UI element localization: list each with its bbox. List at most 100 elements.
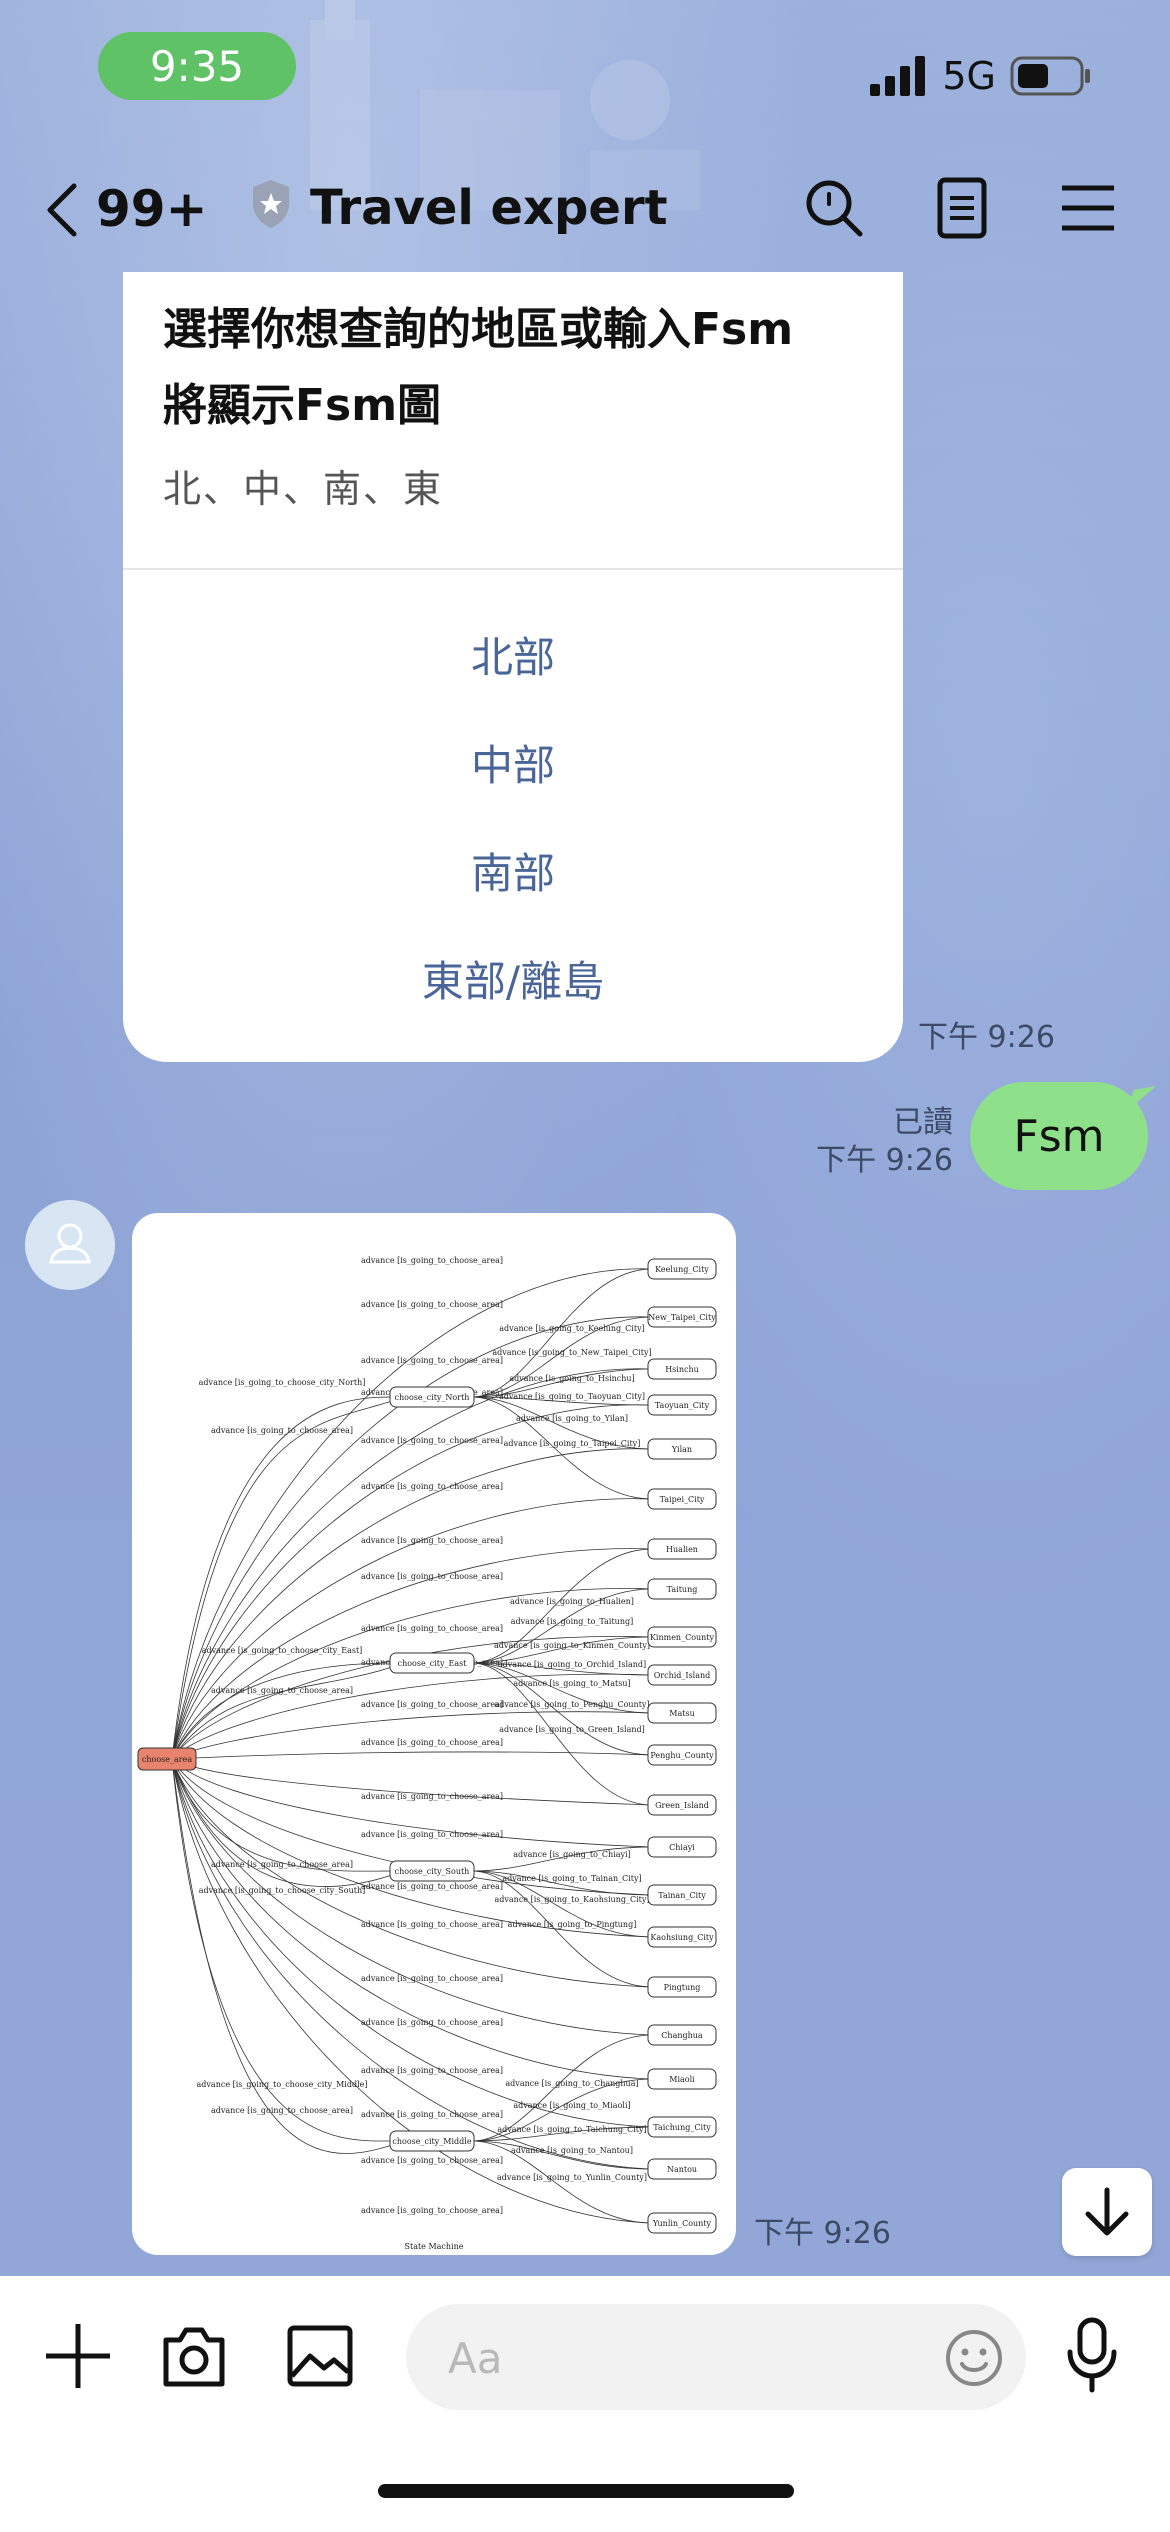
fsm-edge-label: advance [is_going_to_Hsinchu] bbox=[509, 1374, 634, 1383]
fsm-edge-label: advance [is_going_to_Taipei_City] bbox=[504, 1439, 641, 1448]
sent-timestamp: 下午 9:26 bbox=[816, 1143, 953, 1178]
fsm-edge bbox=[171, 1758, 653, 2080]
fsm-edge-label: advance [is_going_to_choose_area] bbox=[361, 1830, 503, 1839]
card-timestamp: 下午 9:26 bbox=[918, 1020, 1055, 1055]
fsm-diagram-image[interactable]: advance [is_going_to_choose_area] advance… bbox=[132, 1213, 736, 2255]
battery-icon bbox=[1010, 56, 1090, 96]
sent-message-bubble[interactable]: Fsm bbox=[970, 1082, 1148, 1190]
fsm-edge-label: advance [is_going_to_choose_city_East] bbox=[202, 1646, 363, 1655]
card-title-line1: 選擇你想查詢的地區或輸入Fsm bbox=[163, 304, 794, 355]
fsm-edge-label: advance [is_going_to_Matsu] bbox=[513, 1679, 630, 1688]
fsm-edge-label: advance [is_going_to_choose_area] bbox=[361, 2018, 503, 2027]
fsm-hub-label: choose_city_Middle bbox=[392, 2137, 471, 2146]
fsm-leaf-label: New_Taipei_City bbox=[648, 1313, 716, 1322]
fsm-edge-label: advance [is_going_to_choose_area] bbox=[361, 1700, 503, 1709]
menu-icon[interactable] bbox=[1056, 176, 1120, 240]
scroll-down-button[interactable] bbox=[1062, 2168, 1152, 2256]
fsm-edge-label: advance [is_going_to_Pingtung] bbox=[508, 1920, 637, 1929]
fsm-edge-label: advance [is_going_to_choose_area] bbox=[211, 1860, 353, 1869]
fsm-edge-label: advance [is_going_to_choose_area] bbox=[211, 1686, 353, 1695]
fsm-hub-label: choose_city_South bbox=[395, 1867, 470, 1876]
plus-icon[interactable] bbox=[44, 2322, 112, 2390]
fsm-root-label: choose_area bbox=[142, 1755, 192, 1764]
fsm-edge-label: advance [is_going_to_choose_area] bbox=[361, 1482, 503, 1491]
fsm-leaf-label: Kinmen_County bbox=[650, 1633, 715, 1642]
fsm-leaf-label: Taitung bbox=[667, 1585, 698, 1594]
fsm-edge-label: advance [is_going_to_Changhua] bbox=[505, 2079, 638, 2088]
search-icon[interactable] bbox=[802, 176, 866, 240]
fsm-edge-label: advance [is_going_to_choose_area] bbox=[361, 1436, 503, 1445]
fsm-edge-label: advance [is_going_to_choose_area] bbox=[361, 2066, 503, 2075]
fsm-edge-label: advance [is_going_to_choose_area] bbox=[211, 1426, 353, 1435]
fsm-edge-label: advance [is_going_to_choose_area] bbox=[361, 1536, 503, 1545]
fsm-leaf-label: Yunlin_County bbox=[652, 2219, 712, 2228]
fsm-leaf-label: Pingtung bbox=[664, 1983, 701, 1992]
option-north[interactable]: 北部 bbox=[123, 624, 903, 685]
option-east-islands[interactable]: 東部/離島 bbox=[123, 948, 903, 1009]
fsm-diagram: advance [is_going_to_choose_area]advance… bbox=[137, 1256, 717, 2251]
fsm-edge-label: advance [is_going_to_choose_area] bbox=[361, 1624, 503, 1633]
fsm-edge bbox=[171, 1662, 393, 1760]
fsm-edge-label: advance [is_going_to_choose_area] bbox=[361, 1738, 503, 1747]
unread-count[interactable]: 99+ bbox=[96, 180, 207, 238]
fsm-edge-label: advance [is_going_to_choose_area] bbox=[361, 2206, 503, 2215]
fsm-edge-label: advance [is_going_to_Chiayi] bbox=[513, 1850, 630, 1859]
fsm-edge-label: advance [is_going_to_New_Taipei_City] bbox=[492, 1348, 651, 1357]
fsm-leaf-label: Kaohsiung_City bbox=[650, 1933, 714, 1942]
fsm-edge-label: advance [is_going_to_choose_area] bbox=[361, 1300, 503, 1309]
fsm-leaf-label: Miaoli bbox=[669, 2075, 695, 2084]
person-icon bbox=[49, 1223, 91, 1264]
card-subtitle: 北、中、南、東 bbox=[163, 467, 444, 511]
fsm-edge bbox=[171, 1758, 393, 1872]
status-indicators: 5G bbox=[870, 52, 1092, 100]
read-label: 已讀 bbox=[893, 1105, 953, 1140]
region-picker-card: 選擇你想查詢的地區或輸入Fsm 將顯示Fsm圖 北、中、南、東 北部 中部 南部… bbox=[123, 272, 903, 1062]
fsm-leaf-label: Nantou bbox=[667, 2165, 697, 2174]
card-divider bbox=[123, 568, 903, 570]
fsm-hub-label: choose_city_North bbox=[395, 1393, 470, 1402]
image-icon[interactable] bbox=[286, 2322, 354, 2390]
card-title: 選擇你想查詢的地區或輸入Fsm 將顯示Fsm圖 bbox=[163, 292, 883, 444]
message-input[interactable]: Aa bbox=[406, 2304, 1026, 2410]
fsm-edge-label: advance [is_going_to_choose_area] bbox=[361, 1974, 503, 1983]
fsm-edge-label: advance [is_going_to_choose_area] bbox=[211, 2106, 353, 2115]
fsm-caption: State Machine bbox=[405, 2242, 464, 2251]
fsm-edge-label: advance [is_going_to_choose_city_North] bbox=[199, 1378, 366, 1387]
fsm-leaf-label: Keelung_City bbox=[655, 1265, 709, 1274]
fsm-leaf-label: Matsu bbox=[669, 1709, 694, 1718]
option-south[interactable]: 南部 bbox=[123, 840, 903, 901]
home-indicator bbox=[378, 2484, 794, 2498]
image-timestamp: 下午 9:26 bbox=[754, 2216, 891, 2251]
fsm-edge-label: advance [is_going_to_Penghu_County] bbox=[494, 1700, 649, 1709]
microphone-icon[interactable] bbox=[1064, 2316, 1120, 2396]
bot-avatar[interactable] bbox=[25, 1200, 115, 1290]
fsm-edge-label: advance [is_going_to_choose_area] bbox=[361, 1572, 503, 1581]
fsm-edge-label: advance [is_going_to_choose_area] bbox=[361, 1920, 503, 1929]
fsm-edge bbox=[171, 1400, 393, 1760]
notes-icon[interactable] bbox=[930, 176, 994, 240]
fsm-leaf-label: Orchid_Island bbox=[654, 1671, 711, 1680]
option-middle[interactable]: 中部 bbox=[123, 732, 903, 793]
input-placeholder: Aa bbox=[448, 2334, 503, 2383]
fsm-leaf-label: Hsinchu bbox=[665, 1365, 699, 1374]
fsm-edge-label: advance [is_going_to_Keelung_City] bbox=[499, 1324, 644, 1333]
camera-icon[interactable] bbox=[160, 2322, 228, 2390]
signal-icon bbox=[870, 56, 926, 96]
fsm-edge-label: advance [is_going_to_Kinmen_County] bbox=[494, 1641, 650, 1650]
fsm-leaf-label: Changhua bbox=[661, 2031, 703, 2040]
status-time: 9:35 bbox=[98, 32, 296, 100]
chat-header: 99+ Travel expert bbox=[0, 168, 1170, 248]
read-status: 已讀 下午 9:26 bbox=[816, 1104, 953, 1180]
fsm-edge-label: advance [is_going_to_choose_area] bbox=[361, 1792, 503, 1801]
back-chevron-icon[interactable] bbox=[42, 180, 82, 240]
emoji-icon[interactable] bbox=[944, 2328, 1004, 2388]
fsm-edge-label: advance [is_going_to_choose_area] bbox=[361, 1256, 503, 1265]
fsm-edge bbox=[171, 1396, 393, 1760]
arrow-down-icon bbox=[1085, 2187, 1129, 2236]
fsm-edge-label: advance [is_going_to_Tainan_City] bbox=[502, 1874, 641, 1883]
fsm-hub-label: choose_city_East bbox=[398, 1659, 468, 1668]
fsm-edge-label: advance [is_going_to_Taoyuan_City] bbox=[499, 1392, 645, 1401]
fsm-leaf-label: Taichung_City bbox=[653, 2123, 711, 2132]
fsm-edge-label: advance [is_going_to_choose_area] bbox=[361, 1356, 503, 1365]
fsm-leaf-label: Yilan bbox=[671, 1445, 692, 1454]
